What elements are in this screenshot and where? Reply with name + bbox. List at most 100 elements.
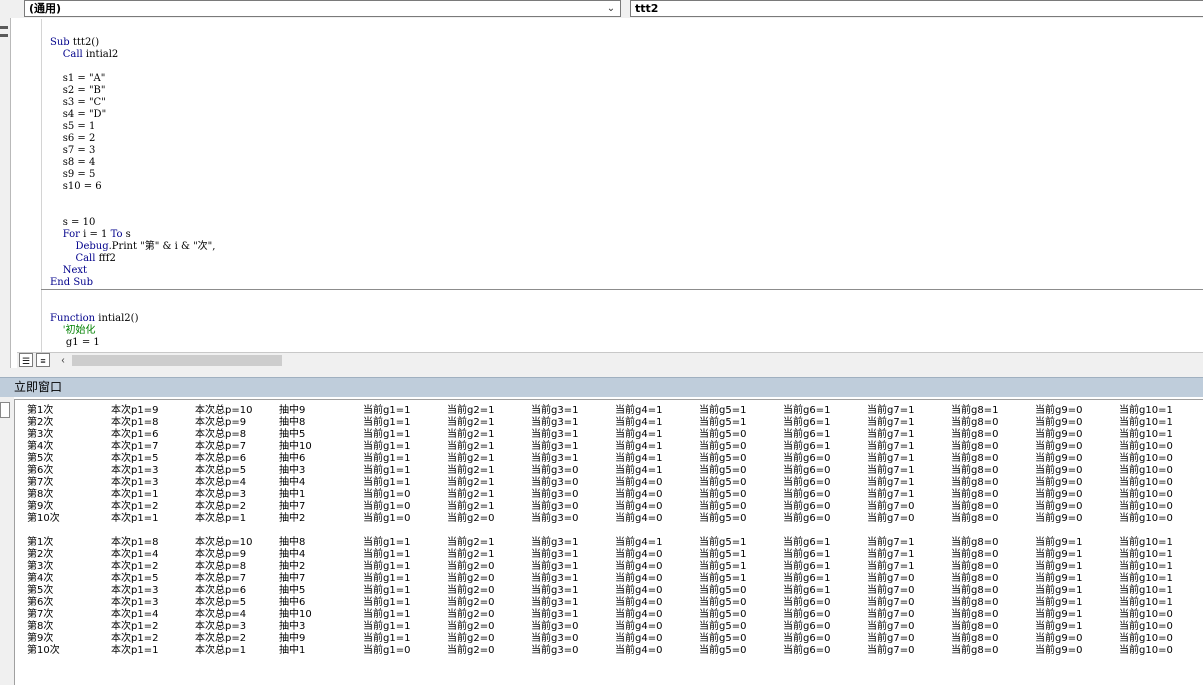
output-cell: 当前g7=1 — [867, 537, 915, 548]
code-line[interactable]: s9 = 5 — [50, 169, 96, 181]
output-cell: 当前g4=1 — [615, 537, 663, 548]
code-line[interactable]: s3 = "C" — [50, 97, 106, 109]
output-cell: 本次p1=4 — [111, 609, 159, 620]
output-cell: 当前g4=0 — [615, 501, 663, 512]
splitter-icon[interactable] — [0, 34, 8, 37]
immediate-window-output[interactable] — [14, 399, 1203, 685]
output-cell: 当前g2=1 — [447, 501, 495, 512]
scroll-left-icon[interactable]: ‹ — [57, 353, 69, 368]
output-cell: 抽中2 — [279, 561, 306, 572]
horizontal-scrollbar-thumb[interactable] — [72, 355, 282, 366]
code-line[interactable]: s4 = "D" — [50, 109, 106, 121]
output-cell: 当前g1=1 — [363, 573, 411, 584]
output-cell: 当前g2=0 — [447, 621, 495, 632]
code-line[interactable]: Function intial2() — [50, 313, 138, 325]
code-pane-left-strip — [0, 0, 11, 372]
output-cell: 当前g3=1 — [531, 585, 579, 596]
immediate-window-title[interactable]: 立即窗口 — [0, 377, 1203, 397]
output-cell: 当前g5=0 — [699, 621, 747, 632]
code-line[interactable]: s1 = "A" — [50, 73, 106, 85]
chevron-down-icon[interactable]: ⌄ — [605, 1, 617, 16]
output-cell: 当前g4=1 — [615, 417, 663, 428]
splitter-icon[interactable] — [0, 26, 8, 29]
full-module-view-icon[interactable]: ≡ — [36, 353, 50, 367]
output-cell: 抽中6 — [279, 597, 306, 608]
code-editor[interactable] — [17, 19, 1203, 352]
output-cell: 本次总p=4 — [195, 477, 247, 488]
output-cell: 本次p1=2 — [111, 561, 159, 572]
output-cell: 第6次 — [27, 465, 54, 476]
output-cell: 当前g9=1 — [1035, 561, 1083, 572]
output-cell: 当前g6=1 — [783, 417, 831, 428]
output-cell: 第9次 — [27, 633, 54, 644]
output-cell: 本次总p=1 — [195, 645, 247, 656]
output-cell: 当前g1=1 — [363, 609, 411, 620]
code-line[interactable]: g1 = 1 — [50, 337, 100, 349]
output-cell: 当前g5=0 — [699, 597, 747, 608]
output-cell: 当前g5=1 — [699, 573, 747, 584]
output-cell: 当前g7=1 — [867, 561, 915, 572]
output-cell: 当前g5=0 — [699, 609, 747, 620]
code-line[interactable]: s10 = 6 — [50, 181, 102, 193]
code-line[interactable]: s2 = "B" — [50, 85, 106, 97]
output-cell: 当前g1=1 — [363, 561, 411, 572]
output-cell: 当前g8=0 — [951, 477, 999, 488]
output-cell: 本次总p=8 — [195, 429, 247, 440]
output-cell: 当前g10=0 — [1119, 465, 1173, 476]
output-cell: 第7次 — [27, 477, 54, 488]
output-cell: 本次p1=9 — [111, 405, 159, 416]
procedure-view-icon[interactable]: ☰ — [19, 353, 33, 367]
code-line[interactable]: For i = 1 To s — [50, 229, 131, 241]
output-cell: 当前g4=1 — [615, 441, 663, 452]
output-cell: 当前g5=1 — [699, 417, 747, 428]
code-line[interactable]: s5 = 1 — [50, 121, 96, 133]
code-margin-indicator-bar[interactable] — [17, 19, 42, 352]
output-cell: 当前g6=0 — [783, 513, 831, 524]
output-cell: 当前g6=0 — [783, 489, 831, 500]
code-line[interactable]: s8 = 4 — [50, 157, 96, 169]
output-cell: 当前g3=1 — [531, 597, 579, 608]
output-cell: 当前g2=1 — [447, 429, 495, 440]
output-cell: 当前g10=0 — [1119, 609, 1173, 620]
output-cell: 当前g2=0 — [447, 597, 495, 608]
code-line[interactable]: End Sub — [50, 277, 93, 289]
output-cell: 当前g7=1 — [867, 405, 915, 416]
output-cell: 抽中3 — [279, 621, 306, 632]
code-line[interactable]: Debug.Print "第" & i & "次", — [50, 241, 215, 253]
output-cell: 抽中2 — [279, 513, 306, 524]
procedure-combo[interactable]: ttt2 — [630, 0, 1203, 17]
output-cell: 当前g5=0 — [699, 465, 747, 476]
output-cell: 当前g8=0 — [951, 561, 999, 572]
output-cell: 当前g2=1 — [447, 537, 495, 548]
code-line[interactable]: Call intial2 — [50, 49, 119, 61]
code-line[interactable]: Next — [50, 265, 87, 277]
code-line[interactable]: s6 = 2 — [50, 133, 96, 145]
output-cell: 当前g2=1 — [447, 549, 495, 560]
immediate-window-scroll-icon[interactable] — [0, 402, 10, 418]
output-cell: 当前g1=1 — [363, 465, 411, 476]
output-cell: 当前g8=0 — [951, 609, 999, 620]
output-cell: 当前g7=1 — [867, 465, 915, 476]
output-cell: 当前g3=0 — [531, 633, 579, 644]
code-line[interactable]: Call fff2 — [50, 253, 115, 265]
object-combo[interactable]: (通用) ⌄ — [24, 0, 621, 17]
output-cell: 当前g2=0 — [447, 561, 495, 572]
output-cell: 本次总p=10 — [195, 405, 253, 416]
output-cell: 当前g6=1 — [783, 561, 831, 572]
output-cell: 本次p1=3 — [111, 465, 159, 476]
output-cell: 当前g6=0 — [783, 609, 831, 620]
output-cell: 抽中4 — [279, 477, 306, 488]
output-cell: 当前g1=0 — [363, 489, 411, 500]
code-line[interactable]: Sub ttt2() — [50, 37, 99, 49]
code-line[interactable]: s = 10 — [50, 217, 96, 229]
output-cell: 当前g2=1 — [447, 489, 495, 500]
output-cell: 抽中10 — [279, 609, 312, 620]
output-cell: 当前g9=1 — [1035, 585, 1083, 596]
output-cell: 当前g7=0 — [867, 573, 915, 584]
code-line[interactable]: s7 = 3 — [50, 145, 96, 157]
output-cell: 当前g5=1 — [699, 537, 747, 548]
code-line[interactable]: '初始化 — [50, 325, 96, 337]
output-cell: 当前g7=1 — [867, 417, 915, 428]
output-cell: 当前g10=0 — [1119, 621, 1173, 632]
output-cell: 本次p1=3 — [111, 597, 159, 608]
